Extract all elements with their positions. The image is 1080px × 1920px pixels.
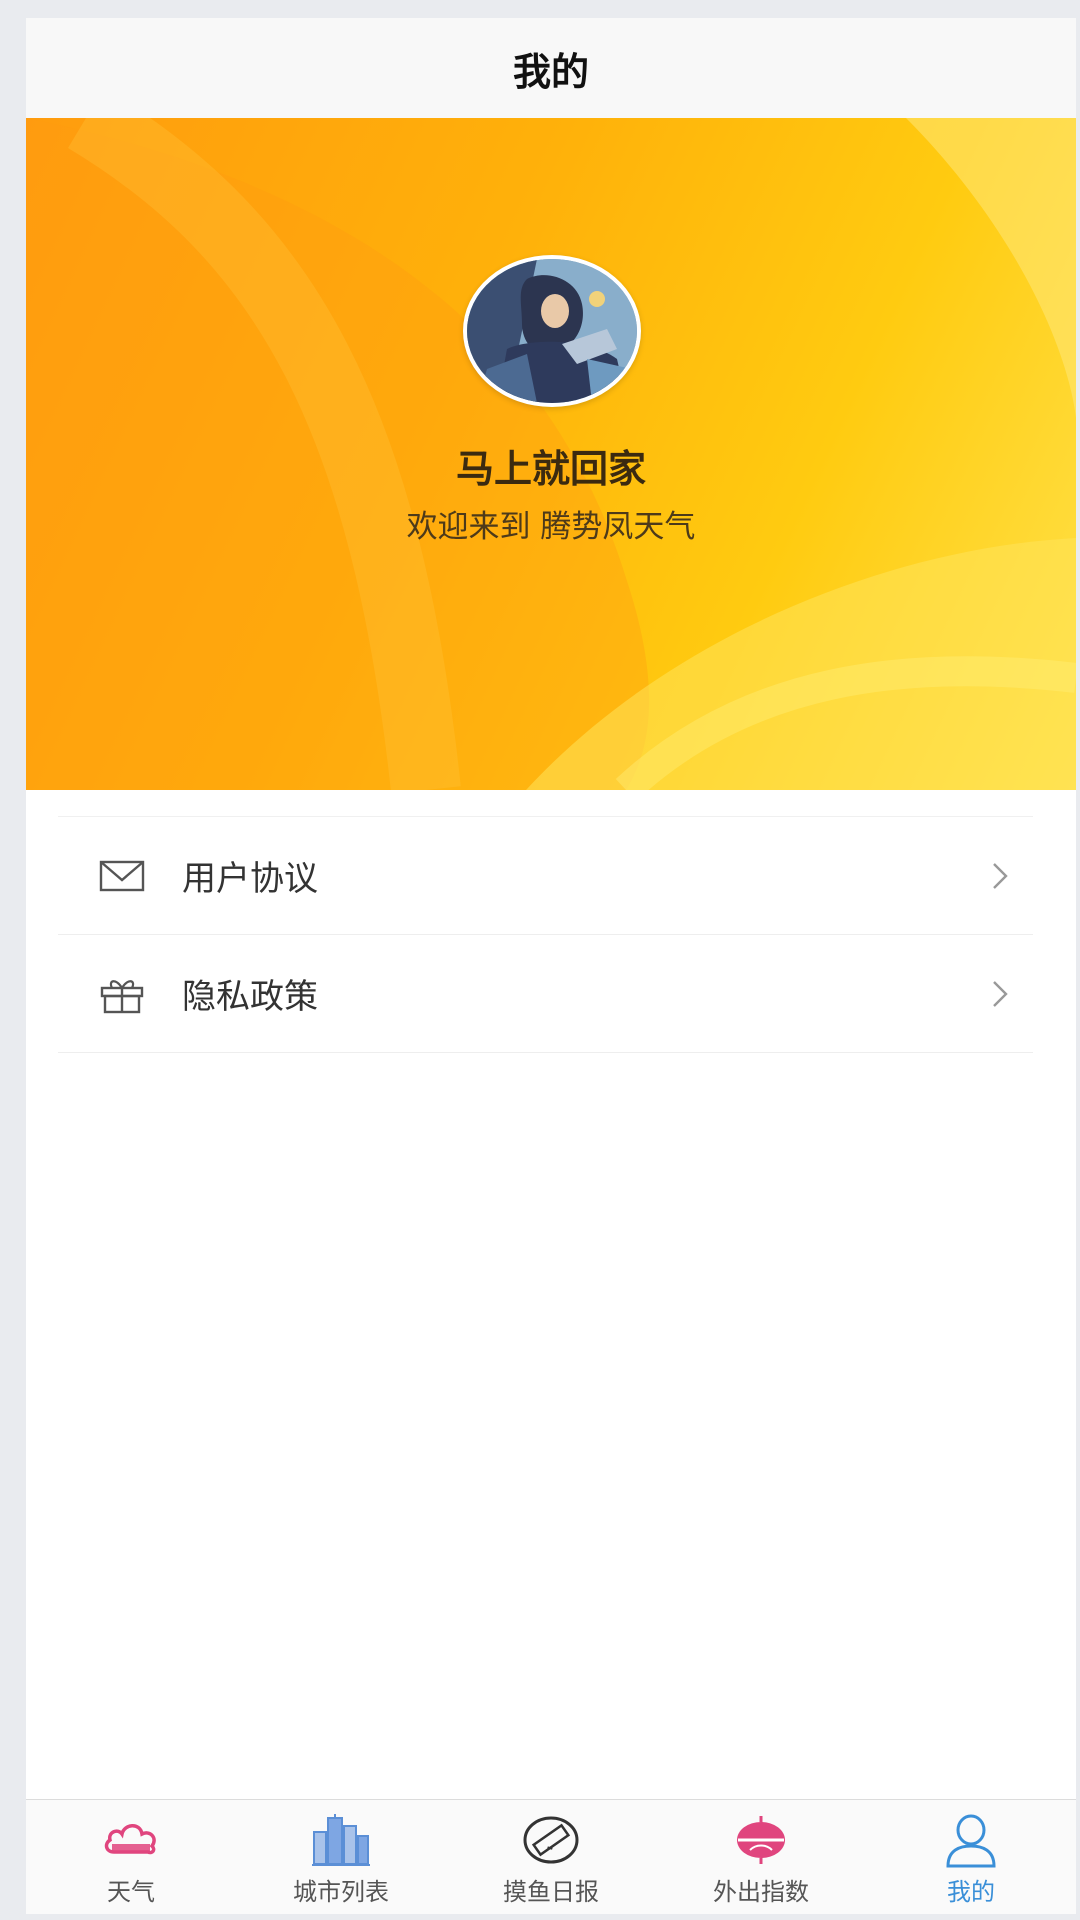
app-screen: 我的 马上就回家 欢迎来到 腾势凤天气 用户协议 隐私政策 天气 城市列表 摸鱼…	[26, 18, 1076, 1914]
page-title: 我的	[512, 49, 589, 94]
tab-label: 我的	[947, 1878, 995, 1906]
cloud-icon	[104, 1824, 156, 1855]
tab-weather[interactable]: 天气	[26, 1800, 236, 1914]
welcome-text: 欢迎来到 腾势凤天气	[406, 509, 696, 545]
chevron-right-icon	[993, 862, 1008, 889]
tab-label: 城市列表	[293, 1878, 389, 1906]
bottom-tab-bar: 天气 城市列表 摸鱼日报 外出指数 我的	[26, 1799, 1076, 1914]
envelope-icon	[99, 860, 145, 891]
settings-menu: 用户协议 隐私政策	[58, 816, 1033, 1053]
tab-label: 摸鱼日报	[503, 1878, 599, 1906]
ruler-badge-icon	[523, 1816, 579, 1864]
user-name: 马上就回家	[455, 447, 646, 491]
city-buildings-icon	[312, 1814, 370, 1866]
tab-outing-index[interactable]: 外出指数	[656, 1800, 866, 1914]
tab-city-list[interactable]: 城市列表	[236, 1800, 446, 1914]
tab-mine[interactable]: 我的	[866, 1800, 1076, 1914]
tab-label: 天气	[107, 1878, 155, 1906]
menu-item-privacy-policy[interactable]: 隐私政策	[58, 935, 1033, 1053]
tab-daily-report[interactable]: 摸鱼日报	[446, 1800, 656, 1914]
profile-banner: 马上就回家 欢迎来到 腾势凤天气	[26, 118, 1076, 790]
tab-label: 外出指数	[713, 1878, 809, 1906]
chevron-right-icon	[993, 980, 1008, 1007]
menu-item-label: 隐私政策	[182, 977, 318, 1017]
avatar[interactable]	[463, 255, 641, 407]
menu-item-user-agreement[interactable]: 用户协议	[58, 817, 1033, 935]
avatar-image	[467, 259, 637, 403]
compass-icon	[737, 1816, 785, 1864]
nav-bar: 我的	[26, 18, 1076, 119]
user-icon	[946, 1814, 996, 1868]
menu-item-label: 用户协议	[182, 859, 318, 899]
gift-icon	[100, 979, 144, 1013]
